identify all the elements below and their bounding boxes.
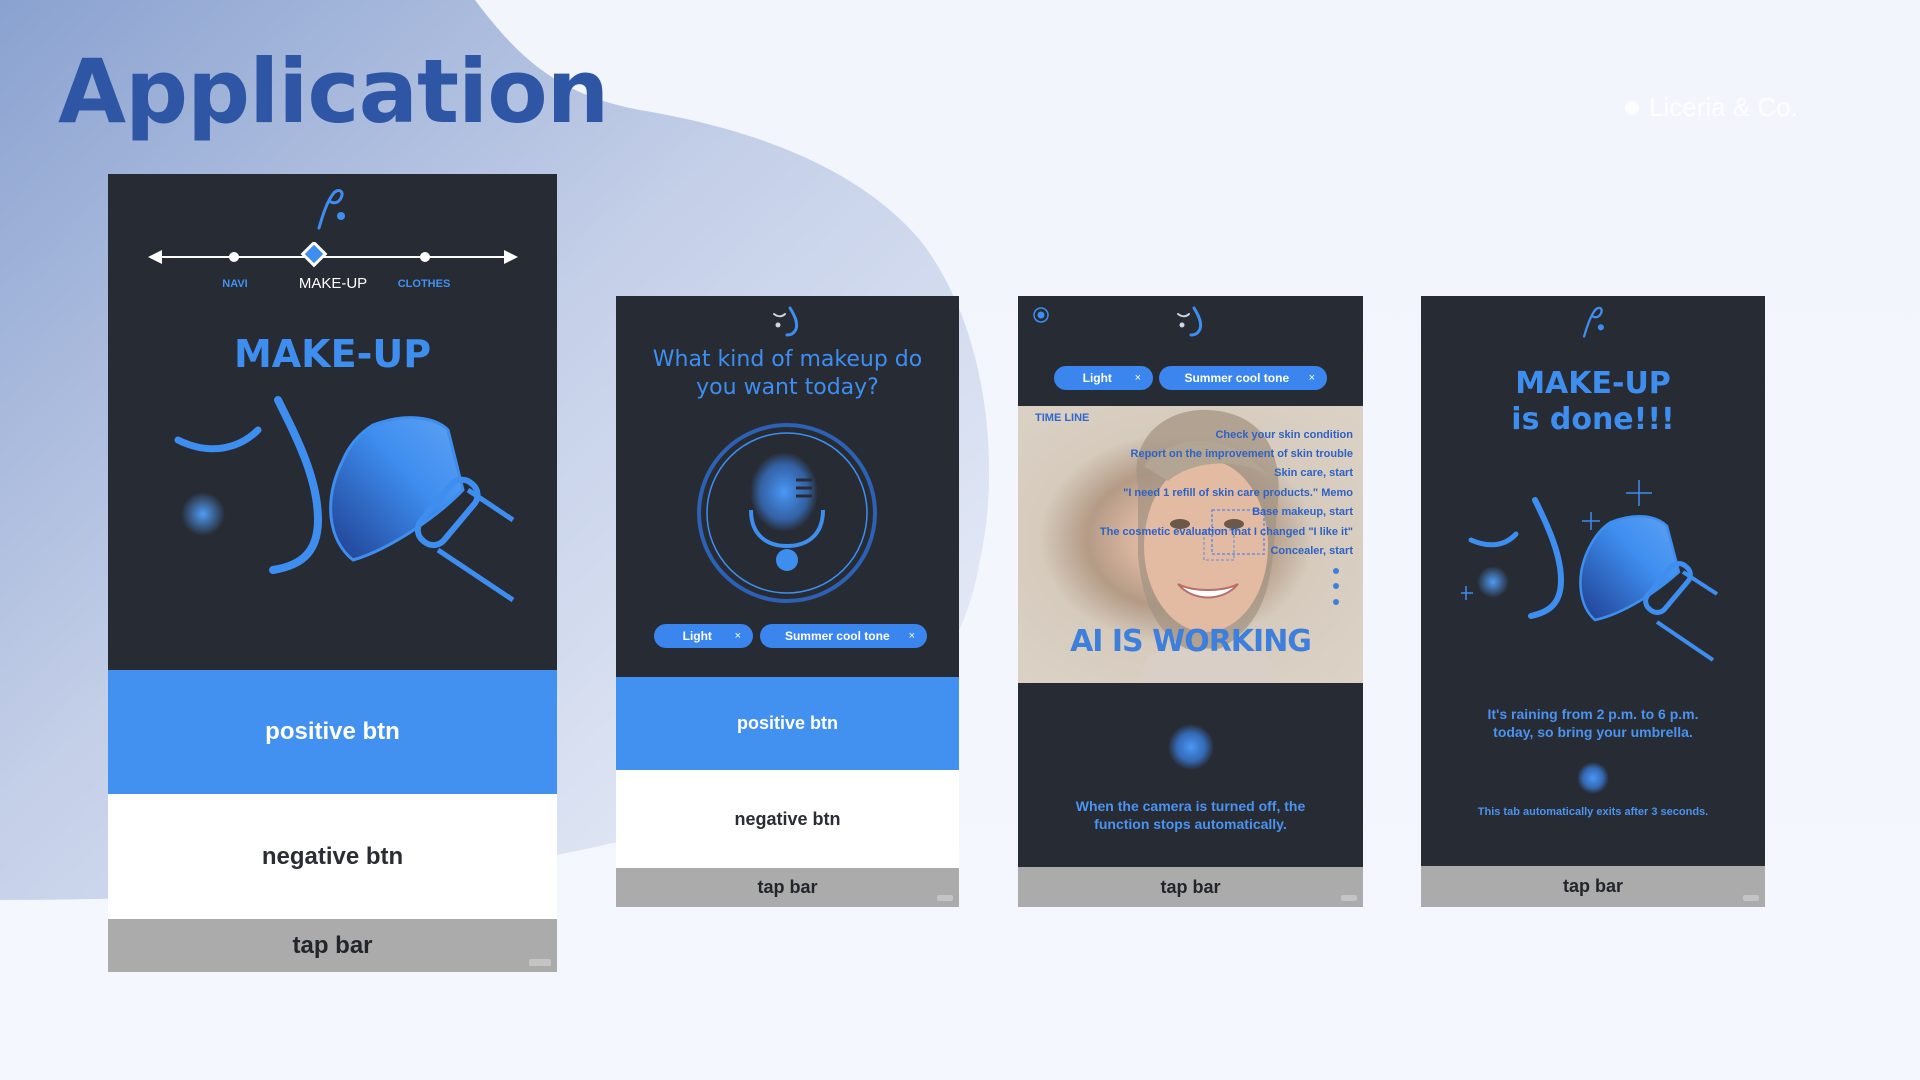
done-title-line1: MAKE-UP	[1515, 366, 1671, 401]
tap-bar[interactable]: tap bar	[616, 868, 959, 907]
brand-logo: Liceria & Co.	[1625, 92, 1798, 123]
chip-light[interactable]: Light ×	[1054, 366, 1153, 390]
brand-dot-icon	[1625, 100, 1639, 115]
timeline-item: The cosmetic evaluation that I changed "…	[1099, 526, 1353, 538]
app-logo-icon	[773, 306, 799, 337]
page-title: Application	[58, 40, 609, 143]
close-icon[interactable]: ×	[735, 630, 741, 642]
nav-label-makeup[interactable]: MAKE-UP	[284, 275, 382, 292]
home-indicator	[1743, 895, 1759, 901]
makeup-illustration	[174, 396, 515, 603]
done-title-line2: is done!!!	[1511, 402, 1675, 437]
timeline-item: Base makeup, start	[1252, 506, 1353, 518]
chip-label: Light	[682, 629, 712, 643]
chip-label: Light	[1082, 371, 1112, 385]
timeline-item: Check your skin condition	[1215, 429, 1353, 441]
nav-slider[interactable]	[148, 242, 518, 272]
tap-bar[interactable]: tap bar	[1018, 867, 1363, 907]
brand-name: Liceria & Co.	[1649, 92, 1798, 122]
chip-label: Summer cool tone	[784, 629, 890, 643]
negative-button[interactable]: negative btn	[108, 794, 557, 919]
chip-label: Summer cool tone	[1184, 371, 1290, 385]
close-icon[interactable]: ×	[909, 630, 915, 642]
close-icon[interactable]: ×	[1135, 372, 1141, 384]
app-logo-icon	[1582, 306, 1604, 338]
auto-exit-note: This tab automatically exits after 3 sec…	[1477, 806, 1709, 818]
tap-bar[interactable]: tap bar	[1421, 866, 1765, 907]
home-indicator	[1341, 895, 1357, 901]
nav-label-navi[interactable]: NAVI	[213, 278, 257, 290]
camera-preview: TIME LINE Check your skin condition Repo…	[1018, 406, 1363, 683]
ai-status: AI IS WORKING	[1070, 624, 1312, 659]
negative-button[interactable]: negative btn	[616, 770, 959, 868]
home-indicator	[937, 895, 953, 901]
timeline-item: Skin care, start	[1274, 467, 1353, 479]
more-dots-icon	[1333, 568, 1339, 605]
screen-title: MAKE-UP	[233, 332, 432, 376]
nav-label-clothes[interactable]: CLOTHES	[394, 278, 454, 290]
camera-message: When the camera is turned off, the funct…	[1075, 798, 1306, 832]
positive-button[interactable]: positive btn	[616, 677, 959, 770]
tap-bar[interactable]: tap bar	[108, 919, 557, 972]
voice-question: What kind of makeup do you want today?	[652, 347, 923, 400]
home-indicator	[529, 959, 551, 966]
app-logo-icon	[1177, 306, 1203, 337]
timeline-item: "I need 1 refill of skin care products."…	[1123, 487, 1353, 499]
screen-voice-request: What kind of makeup do you want today? L…	[616, 296, 959, 907]
camera-indicator-icon[interactable]	[1032, 306, 1050, 324]
chip-summer-cool-tone[interactable]: Summer cool tone ×	[760, 624, 927, 648]
close-icon[interactable]: ×	[1309, 372, 1315, 384]
app-logo-icon	[317, 189, 345, 230]
timeline-title: TIME LINE	[1035, 412, 1090, 424]
glow-dot-icon	[1577, 762, 1609, 794]
chip-summer-cool-tone[interactable]: Summer cool tone ×	[1159, 366, 1327, 390]
screen-makeup-done: MAKE-UP is done!!! It's raining from 2 p…	[1421, 296, 1765, 907]
makeup-done-illustration	[1461, 480, 1719, 662]
screen-ai-working: Light × Summer cool tone × TIME LINE Che…	[1018, 296, 1363, 907]
chip-light[interactable]: Light ×	[654, 624, 753, 648]
weather-message: It's raining from 2 p.m. to 6 p.m. today…	[1487, 706, 1699, 740]
glow-dot-icon	[1168, 724, 1214, 770]
microphone-icon[interactable]	[696, 422, 878, 604]
timeline-item: Report on the improvement of skin troubl…	[1130, 448, 1353, 460]
screen-makeup-nav: NAVI MAKE-UP CLOTHES MAKE-UP positive bt…	[108, 174, 557, 972]
timeline-item: Concealer, start	[1270, 545, 1353, 557]
positive-button[interactable]: positive btn	[108, 670, 557, 794]
